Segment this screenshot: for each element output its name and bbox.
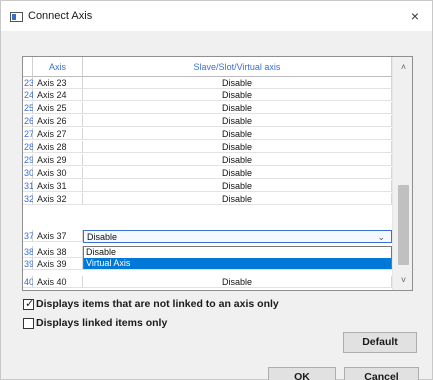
unlinked-only-checkbox[interactable]: Displays items that are not linked to an… — [23, 297, 323, 312]
dropdown-option-virtual-axis[interactable]: Virtual Axis — [84, 258, 391, 269]
row-slave-cell[interactable]: Disable — [83, 276, 392, 288]
scrollbar-thumb[interactable] — [398, 185, 409, 265]
table-row[interactable]: 24 Axis 24 Disable — [23, 89, 392, 101]
row-slave-cell[interactable]: Disable — [83, 167, 392, 179]
table-row[interactable]: 29 Axis 29 Disable — [23, 154, 392, 166]
scroll-up-icon[interactable]: ˄ — [393, 57, 412, 77]
window-app-icon — [10, 12, 23, 22]
slave-select-combobox[interactable]: Disable ⌄ — [83, 230, 392, 243]
row-axis: Axis 39 — [33, 258, 83, 270]
row-number: 27 — [23, 128, 35, 140]
linked-only-checkbox[interactable]: Displays linked items only — [23, 317, 323, 331]
table-row[interactable]: 40 Axis 40 Disable — [23, 276, 392, 288]
table-row[interactable]: 25 Axis 25 Disable — [23, 102, 392, 114]
cancel-button[interactable]: Cancel — [344, 367, 419, 380]
row-axis: Axis 28 — [33, 141, 83, 153]
row-slave-cell[interactable]: Disable — [83, 115, 392, 127]
row-number: 40 — [23, 276, 35, 288]
axis-table: Axis Slave/Slot/Virtual axis 23 Axis 23 … — [22, 56, 413, 291]
row-slave-cell[interactable]: Disable — [83, 89, 392, 101]
row-axis: Axis 29 — [33, 154, 83, 166]
header-number[interactable] — [23, 57, 33, 77]
slave-dropdown-list: Disable Virtual Axis — [83, 246, 392, 269]
table-row[interactable]: 26 Axis 26 Disable — [23, 115, 392, 127]
default-button[interactable]: Default — [343, 332, 417, 353]
row-number: 32 — [23, 193, 35, 205]
row-slave-cell[interactable]: Disable — [83, 141, 392, 153]
checkbox-box-checked[interactable] — [23, 297, 34, 310]
row-number: 25 — [23, 102, 35, 114]
row-number: 38 — [23, 246, 35, 258]
row-slave-cell[interactable]: Disable — [83, 154, 392, 166]
row-axis: Axis 38 — [33, 246, 83, 258]
ok-button[interactable]: OK — [268, 367, 336, 380]
row-axis: Axis 25 — [33, 102, 83, 114]
table-row[interactable]: 28 Axis 28 Disable — [23, 141, 392, 153]
row-number: 28 — [23, 141, 35, 153]
row-number: 23 — [23, 77, 35, 89]
row-axis: Axis 23 — [33, 77, 83, 89]
row-number: 26 — [23, 115, 35, 127]
table-row[interactable]: 27 Axis 27 Disable — [23, 128, 392, 140]
row-number: 29 — [23, 154, 35, 166]
table-row[interactable]: 30 Axis 30 Disable — [23, 167, 392, 179]
row-axis: Axis 40 — [33, 276, 83, 288]
row-axis: Axis 26 — [33, 115, 83, 127]
unlinked-only-label[interactable]: Displays items that are not linked to an… — [36, 298, 279, 310]
row-axis: Axis 31 — [33, 180, 83, 192]
table-row[interactable]: 32 Axis 32 Disable — [23, 193, 392, 205]
close-icon[interactable]: × — [404, 5, 426, 27]
row-axis: Axis 27 — [33, 128, 83, 140]
window-title: Connect Axis — [28, 10, 93, 22]
row-number: 31 — [23, 180, 35, 192]
row-axis: Axis 37 — [33, 230, 83, 242]
row-axis: Axis 30 — [33, 167, 83, 179]
row-slave-cell[interactable]: Disable — [83, 77, 392, 89]
table-header: Axis Slave/Slot/Virtual axis — [23, 57, 412, 77]
table-row[interactable]: 23 Axis 23 Disable — [23, 77, 392, 89]
vertical-scrollbar[interactable]: ˄ ˅ — [392, 57, 412, 290]
title-bar[interactable]: Connect Axis × — [1, 1, 432, 31]
table-row-selected[interactable]: 37 Axis 37 Disable ⌄ — [23, 230, 392, 243]
row-axis: Axis 24 — [33, 89, 83, 101]
checkbox-box-unchecked[interactable] — [23, 318, 34, 329]
row-slave-cell[interactable]: Disable — [83, 128, 392, 140]
header-axis[interactable]: Axis — [33, 57, 83, 77]
row-slave-cell[interactable]: Disable — [83, 180, 392, 192]
row-axis: Axis 32 — [33, 193, 83, 205]
header-slave-slot-virtual-axis[interactable]: Slave/Slot/Virtual axis — [83, 57, 392, 77]
chevron-down-icon[interactable]: ⌄ — [377, 231, 385, 243]
table-row[interactable]: 31 Axis 31 Disable — [23, 180, 392, 192]
row-number: 30 — [23, 167, 35, 179]
row-number: 24 — [23, 89, 35, 101]
row-slave-cell[interactable]: Disable — [83, 102, 392, 114]
combobox-value: Disable — [87, 232, 118, 242]
linked-only-label[interactable]: Displays linked items only — [36, 317, 167, 329]
connect-axis-dialog: Connect Axis × Axis Slave/Slot/Virtual a… — [0, 0, 433, 380]
scroll-down-icon[interactable]: ˅ — [393, 270, 412, 290]
row-slave-cell[interactable]: Disable — [83, 193, 392, 205]
dropdown-option-disable[interactable]: Disable — [84, 247, 391, 258]
row-number: 39 — [23, 258, 35, 270]
row-number: 37 — [23, 230, 35, 242]
